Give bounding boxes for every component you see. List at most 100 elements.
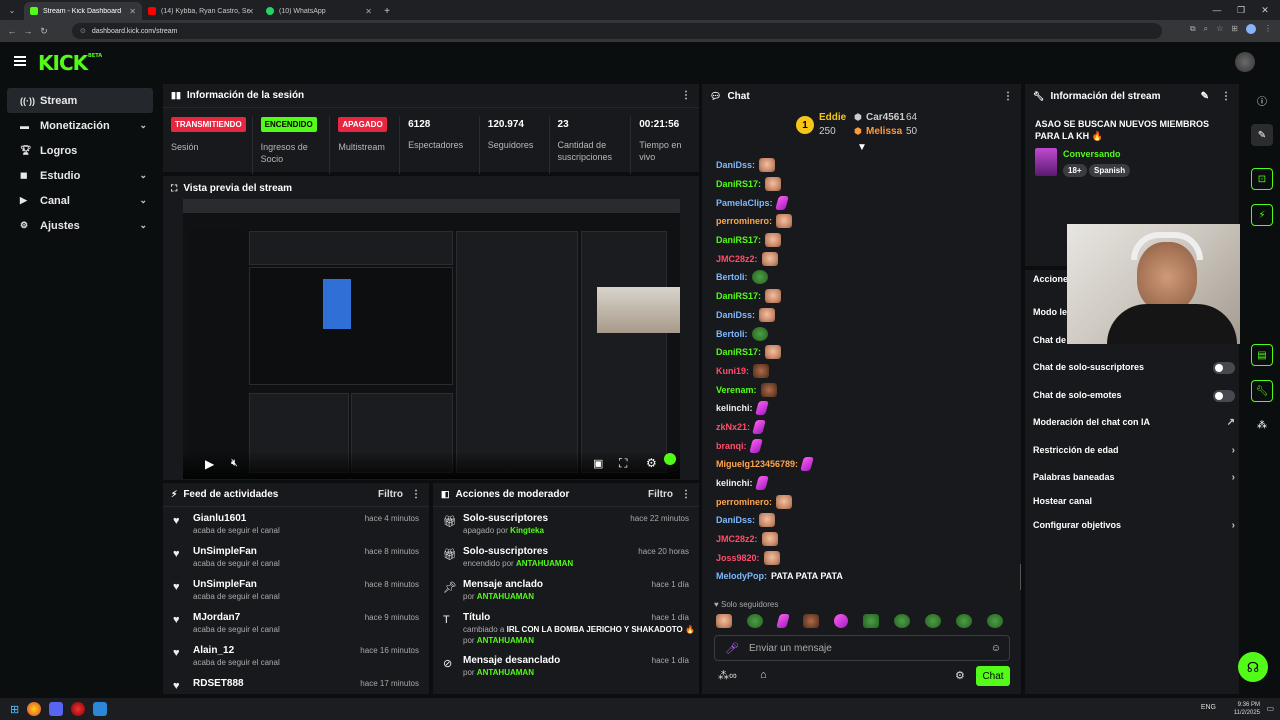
- expand-leaderboard-icon[interactable]: ▼: [857, 142, 867, 153]
- chat-username[interactable]: perrominero:: [716, 497, 772, 507]
- filter-button[interactable]: Filtro: [378, 489, 403, 500]
- close-window-button[interactable]: ✕: [1256, 0, 1274, 20]
- tab-search-icon[interactable]: ⌄: [0, 0, 24, 20]
- fullscreen-icon[interactable]: ⛶: [619, 456, 627, 471]
- chat-input[interactable]: 🎤︎ Enviar un mensaje ☺: [714, 635, 1010, 661]
- mod-user[interactable]: ANTAHUAMAN: [477, 636, 534, 645]
- more-options-icon[interactable]: ⋮: [1003, 91, 1013, 102]
- chat-username[interactable]: DaniRS17:: [716, 291, 761, 301]
- close-tab-icon[interactable]: ✕: [365, 7, 372, 16]
- extensions-icon[interactable]: ⊞: [1231, 24, 1238, 34]
- microphone-icon[interactable]: 🎤︎: [725, 642, 739, 655]
- emote-icon[interactable]: [803, 614, 819, 628]
- browser-tab-youtube[interactable]: (14) Kybba, Ryan Castro, Sean Pa ✕: [142, 2, 260, 20]
- more-options-icon[interactable]: ⋮: [411, 489, 421, 500]
- windows-start-icon[interactable]: ⊞: [10, 703, 19, 716]
- chat-username[interactable]: JMC28z2:: [716, 534, 758, 544]
- sidebar-item-stream[interactable]: ((·)) Stream: [7, 88, 153, 113]
- mod-user[interactable]: Kingteka: [510, 526, 544, 535]
- discord-icon[interactable]: [49, 702, 64, 716]
- language-indicator[interactable]: ENG: [1201, 704, 1216, 711]
- emote-icon[interactable]: [956, 614, 972, 628]
- category-name[interactable]: Conversando: [1063, 149, 1121, 159]
- forward-icon[interactable]: →: [20, 26, 36, 36]
- sidebar-item-logros[interactable]: 🏆︎ Logros: [7, 138, 153, 163]
- sidebar-item-ajustes[interactable]: ⚙ Ajustes ⌄: [7, 213, 153, 238]
- layout-icon[interactable]: ⊡: [1251, 168, 1273, 190]
- hamburger-menu-icon[interactable]: [14, 56, 26, 66]
- translate-icon[interactable]: ⧉: [1190, 24, 1196, 34]
- mod-user[interactable]: ANTAHUAMAN: [477, 592, 534, 601]
- chat-username[interactable]: Bertoli:: [716, 329, 748, 339]
- leader-name[interactable]: Eddie: [819, 112, 846, 123]
- chat-username[interactable]: DaniDss:: [716, 310, 755, 320]
- community-icon[interactable]: ⁂: [1251, 414, 1273, 436]
- store-icon[interactable]: ⌂: [760, 669, 767, 681]
- stream-video[interactable]: ▶ 🔇︎ ▣ ⛶ ⚙: [183, 199, 680, 479]
- browser-tab-whatsapp[interactable]: (10) WhatsApp ✕: [260, 2, 378, 20]
- subs-only-toggle[interactable]: [1213, 362, 1235, 374]
- list-icon[interactable]: ▤: [1251, 344, 1273, 366]
- bookmark-star-icon[interactable]: ☆: [1216, 24, 1223, 34]
- more-options-icon[interactable]: ⋮: [681, 489, 691, 500]
- chat-username[interactable]: DaniRS17:: [716, 179, 761, 189]
- close-tab-icon[interactable]: ✕: [247, 7, 254, 16]
- chat-username[interactable]: PamelaClips:: [716, 198, 773, 208]
- mute-icon[interactable]: 🔇︎: [231, 457, 238, 470]
- bolt-icon[interactable]: ⚡︎: [1251, 204, 1273, 226]
- chat-settings-icon[interactable]: ⚙: [955, 669, 965, 682]
- send-chat-button[interactable]: Chat: [976, 666, 1010, 686]
- play-icon[interactable]: ▶: [205, 457, 214, 471]
- chat-username[interactable]: zkNx21:: [716, 422, 750, 432]
- emote-icon[interactable]: [925, 614, 941, 628]
- emote-icon[interactable]: [747, 614, 763, 628]
- emote-icon[interactable]: [894, 614, 910, 628]
- emote-icon[interactable]: [834, 614, 848, 628]
- mod-user[interactable]: ANTAHUAMAN: [516, 559, 573, 568]
- chat-username[interactable]: branqi:: [716, 441, 747, 451]
- emote-only-toggle[interactable]: [1213, 390, 1235, 402]
- new-tab-button[interactable]: +: [378, 2, 396, 20]
- action-row-ai-mod[interactable]: Moderación del chat con IA ↗: [1033, 417, 1235, 428]
- mod-user[interactable]: ANTAHUAMAN: [477, 668, 534, 677]
- emote-icon[interactable]: [863, 614, 879, 628]
- edit-pencil-icon[interactable]: ✎: [1251, 124, 1273, 146]
- chat-username[interactable]: Bertoli:: [716, 272, 748, 282]
- pip-icon[interactable]: ▣: [593, 457, 603, 470]
- chat-username[interactable]: Miguelg123456789:: [716, 459, 798, 469]
- action-row-age[interactable]: Restricción de edad ›: [1033, 445, 1235, 456]
- notification-icon[interactable]: ▭: [1266, 704, 1274, 713]
- support-headset-icon[interactable]: ☊: [1238, 652, 1268, 682]
- profile-icon[interactable]: [1246, 24, 1256, 34]
- wrench-icon[interactable]: 🔧︎: [1251, 380, 1273, 402]
- app-icon[interactable]: [71, 702, 86, 716]
- zoom-icon[interactable]: ⌕: [1204, 24, 1208, 34]
- chat-username[interactable]: DaniDss:: [716, 160, 755, 170]
- maximize-button[interactable]: ❐: [1232, 0, 1250, 20]
- chat-username[interactable]: Kuni19:: [716, 366, 749, 376]
- site-info-icon[interactable]: ⊙: [80, 27, 86, 35]
- chat-username[interactable]: DaniRS17:: [716, 235, 761, 245]
- leader-name[interactable]: Melissa: [866, 126, 902, 137]
- more-options-icon[interactable]: ⋮: [681, 90, 691, 101]
- sidebar-item-estudio[interactable]: ◼ Estudio ⌄: [7, 163, 153, 188]
- category-thumbnail[interactable]: [1035, 148, 1057, 176]
- chrome-icon[interactable]: [27, 702, 42, 716]
- emote-icon[interactable]: [716, 614, 732, 628]
- url-field[interactable]: ⊙ dashboard.kick.com/stream: [72, 23, 1162, 39]
- browser-tab-kick[interactable]: Stream - Kick Dashboard ✕: [24, 2, 142, 20]
- settings-gear-icon[interactable]: ⚙: [646, 456, 657, 470]
- reload-icon[interactable]: ↻: [36, 26, 52, 37]
- filter-button[interactable]: Filtro: [648, 489, 673, 500]
- emoji-icon[interactable]: ☺: [991, 643, 1001, 654]
- emote-icon[interactable]: [987, 614, 1003, 628]
- sidebar-item-monetizacion[interactable]: ▬ Monetización ⌄: [7, 113, 153, 138]
- edit-pencil-icon[interactable]: ✎: [1201, 91, 1209, 102]
- chat-username[interactable]: kelinchi:: [716, 478, 753, 488]
- chat-username[interactable]: JMC28z2:: [716, 254, 758, 264]
- menu-icon[interactable]: ⋮: [1264, 24, 1272, 34]
- leader-name[interactable]: Car4561: [866, 112, 905, 123]
- chat-username[interactable]: Joss9820:: [716, 553, 760, 563]
- emote-icon[interactable]: [776, 614, 790, 628]
- info-icon[interactable]: ⓘ: [1251, 89, 1273, 111]
